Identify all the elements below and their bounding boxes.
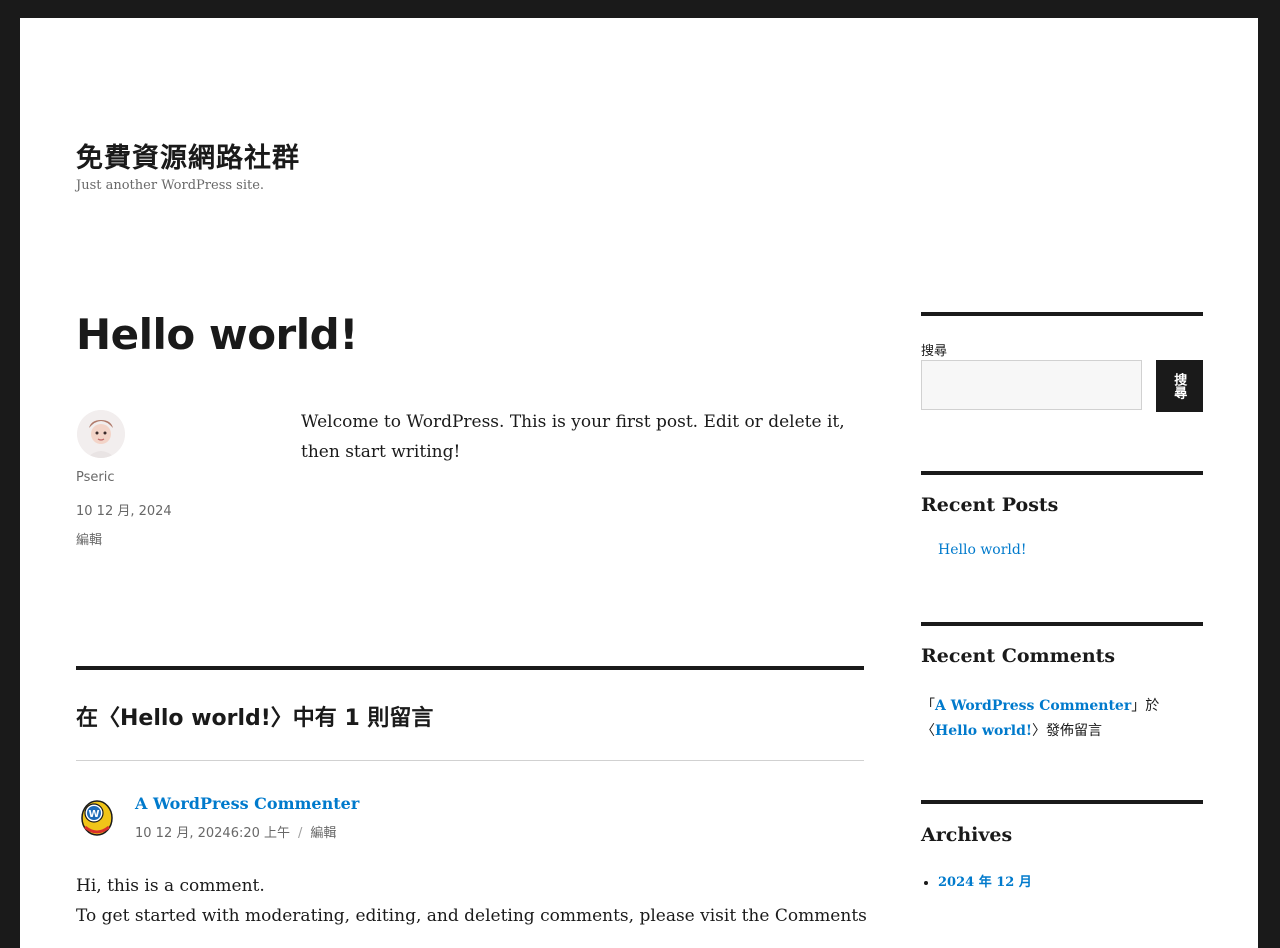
post-date-link[interactable]: 10 12 月, 2024 [76,500,172,519]
comments-separator [76,760,864,761]
recent-comment-post-link[interactable]: Hello world! [935,723,1032,739]
wordpress-commenter-icon: W [81,800,113,836]
svg-text:W: W [88,809,99,820]
archive-link[interactable]: 2024 年 12 月 [938,875,1032,890]
post-title[interactable]: Hello world! [76,310,358,359]
comment-date-link[interactable]: 10 12 月, 20246:20 上午 [135,826,290,841]
archives-title: Archives [921,824,1013,846]
archives-rule [921,800,1203,804]
search-label: 搜尋 [921,344,948,359]
page: 免費資源網路社群 Just another WordPress site. He… [20,18,1258,948]
recent-comment-item: 「A WordPress Commenter」於〈Hello world!〉發佈… [921,694,1203,744]
post-edit-link[interactable]: 編輯 [76,529,102,548]
recent-post-link[interactable]: Hello world! [938,542,1027,558]
comment-meta: 10 12 月, 20246:20 上午 / 編輯 [135,822,336,841]
archives-list: 2024 年 12 月 [921,871,1032,890]
comments-title: 在〈Hello world!〉中有 1 則留言 [76,706,434,731]
recent-comment-open-quote: 「 [921,698,935,714]
comment-body-line-2: To get started with moderating, editing,… [76,906,867,926]
comment-author-link[interactable]: A WordPress Commenter [135,794,359,813]
author-avatar-icon [77,410,125,458]
recent-comments-rule [921,622,1203,626]
comments-divider [76,666,864,670]
search-input[interactable] [921,360,1142,410]
post-content: Welcome to WordPress. This is your first… [301,412,845,462]
recent-posts-title: Recent Posts [921,494,1059,516]
recent-comment-author-link[interactable]: A WordPress Commenter [935,698,1131,714]
recent-posts-rule [921,471,1203,475]
comment-meta-separator: / [298,826,303,841]
comment-edit-link[interactable]: 編輯 [310,826,336,841]
recent-comment-tail: 〉發佈留言 [1032,723,1103,739]
comment-body-line-1: Hi, this is a comment. [76,876,265,896]
comment-body: Hi, this is a comment. To get started wi… [76,871,876,931]
recent-comments-title: Recent Comments [921,645,1116,667]
site-title[interactable]: 免費資源網路社群 [76,136,300,175]
post-author-link[interactable]: Pseric [76,470,115,485]
site-description: Just another WordPress site. [76,178,265,193]
author-avatar [77,410,125,458]
search-button[interactable]: 搜尋 [1156,360,1203,412]
search-widget-rule [921,312,1203,316]
commenter-avatar: W [79,797,115,837]
archives-item: 2024 年 12 月 [938,871,1032,890]
